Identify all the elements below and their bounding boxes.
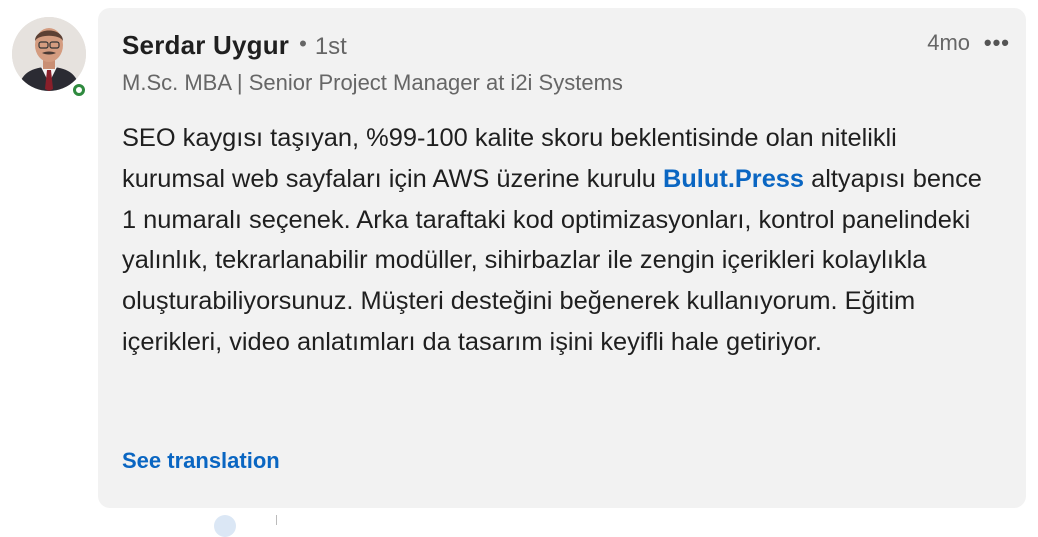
reaction-icon: [214, 515, 236, 537]
author-avatar-wrap[interactable]: [12, 17, 92, 101]
comment-timestamp: 4mo: [927, 30, 970, 55]
see-translation-link[interactable]: See translation: [122, 448, 280, 474]
author-row: Serdar Uygur • 1st: [122, 30, 347, 61]
action-divider: [276, 515, 277, 525]
online-status-icon: [70, 81, 88, 99]
comment-text-part: altyapısı bence 1 numaralı seçenek. Arka…: [122, 164, 982, 356]
avatar[interactable]: [12, 17, 86, 91]
comment-text: SEO kaygısı taşıyan, %99-100 kalite skor…: [122, 118, 1002, 363]
author-headline: M.Sc. MBA | Senior Project Manager at i2…: [122, 70, 623, 95]
more-options-icon[interactable]: •••: [984, 30, 1010, 56]
separator-dot: •: [299, 31, 307, 56]
connection-degree: 1st: [314, 33, 347, 60]
author-name[interactable]: Serdar Uygur: [122, 30, 289, 61]
comment-bubble: Serdar Uygur • 1st M.Sc. MBA | Senior Pr…: [98, 8, 1026, 508]
company-mention-link[interactable]: Bulut.Press: [663, 165, 804, 193]
avatar-photo: [12, 17, 86, 91]
